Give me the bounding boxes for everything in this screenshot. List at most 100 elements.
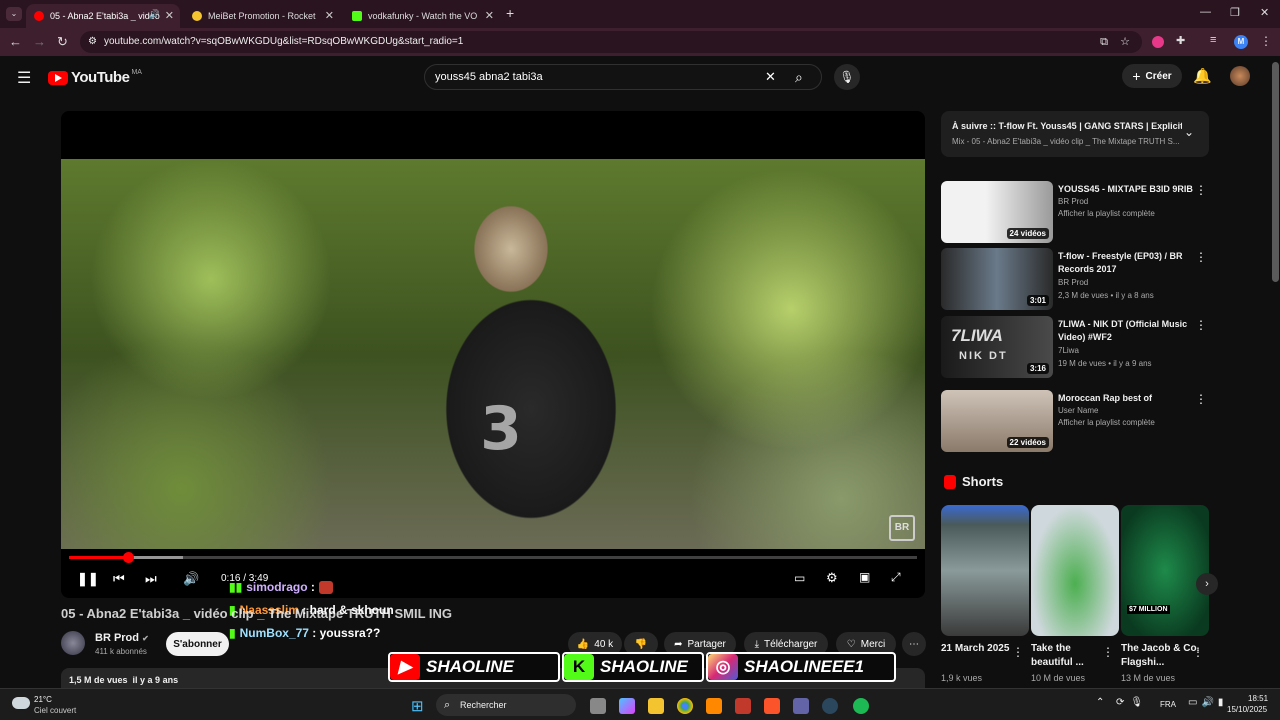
- clock-time[interactable]: 18:51: [1248, 694, 1268, 703]
- file-explorer-icon[interactable]: [648, 698, 664, 714]
- pause-icon[interactable]: ❚❚: [77, 571, 99, 587]
- browser-tab-meibet[interactable]: MeiBet Promotion - Rocket Lau ✕: [184, 4, 340, 28]
- miniplayer-icon[interactable]: ▣: [859, 570, 870, 584]
- browser-tab-youtube[interactable]: 05 - Abna2 E'tabi3a _ vidéo 🔊 ✕: [26, 4, 180, 28]
- page-scrollbar[interactable]: [1272, 62, 1279, 282]
- recommendation-item[interactable]: 22 vidéos Moroccan Rap best of User Name…: [941, 390, 1209, 452]
- more-vertical-icon[interactable]: ⋮: [1195, 392, 1207, 406]
- recommendation-item[interactable]: 7LIWA NIK DT 3:16 7LIWA - NIK DT (Offici…: [941, 316, 1209, 378]
- extensions-puzzle-icon[interactable]: ✚: [1176, 34, 1185, 47]
- download-label: Télécharger: [764, 638, 818, 650]
- address-bar[interactable]: ⚙ youtube.com/watch?v=sqOBwWKGDUg&list=R…: [80, 31, 1142, 53]
- restore-icon[interactable]: ❐: [1230, 6, 1240, 19]
- profile-avatar[interactable]: M: [1234, 35, 1248, 49]
- chrome-icon[interactable]: [677, 698, 693, 714]
- copilot-icon[interactable]: [619, 698, 635, 714]
- tab-search-icon[interactable]: ⌄: [6, 7, 22, 21]
- chevron-down-icon[interactable]: ⌄: [1184, 125, 1194, 139]
- search-input[interactable]: youss45 abna2 tabi3a ✕ ⌕: [424, 64, 822, 90]
- more-actions-button[interactable]: ⋯: [902, 632, 926, 656]
- back-icon[interactable]: ←: [9, 34, 22, 49]
- subtitles-icon[interactable]: ▭: [794, 571, 805, 585]
- youtube-logo[interactable]: YouTube MA: [48, 69, 142, 86]
- more-vertical-icon[interactable]: ⋮: [1195, 250, 1207, 264]
- windows-taskbar: 21°C Ciel couvert ⊞ ⌕ Rechercher ⌃ ⟳🎙 FR…: [0, 688, 1280, 720]
- recommendation-item[interactable]: 3:01 T-flow - Freestyle (EP03) / BR Reco…: [941, 248, 1209, 310]
- progress-bar[interactable]: [69, 552, 917, 563]
- channel-watermark[interactable]: BR: [889, 515, 915, 541]
- spotify-icon[interactable]: [853, 698, 869, 714]
- thumbnail[interactable]: 7LIWA NIK DT 3:16: [941, 316, 1053, 378]
- install-app-icon[interactable]: ⧉: [1100, 31, 1108, 53]
- network-volume-battery-icon[interactable]: ▭🔊▮: [1188, 697, 1227, 708]
- steam-icon[interactable]: [822, 698, 838, 714]
- audio-playing-icon[interactable]: 🔊: [149, 9, 160, 20]
- fullscreen-icon[interactable]: ⤢: [891, 570, 901, 585]
- youtube-favicon-icon: [34, 11, 44, 21]
- rec-meta: Afficher la playlist complète: [1058, 209, 1155, 218]
- extension-icon[interactable]: [1152, 36, 1164, 48]
- video-player[interactable]: 3 BR ❚❚ ⏮ ⏭ 🔊 0:16 / 3:49 ▭ ⚙ ▣ ⤢: [61, 111, 925, 598]
- up-next-panel[interactable]: À suivre :: T-flow Ft. Youss45 | GANG ST…: [941, 111, 1209, 157]
- reading-list-icon[interactable]: ≡: [1210, 34, 1216, 46]
- bookmark-star-icon[interactable]: ☆: [1120, 31, 1130, 53]
- settings-gear-icon[interactable]: ⚙: [826, 570, 838, 586]
- create-button[interactable]: + Créer: [1122, 64, 1182, 88]
- search-icon[interactable]: ⌕: [795, 65, 803, 89]
- tab-close-icon[interactable]: ✕: [325, 9, 334, 22]
- brave-icon[interactable]: [764, 698, 780, 714]
- browser-tab-kick[interactable]: vodkafunky - Watch the VOD o ✕: [344, 4, 500, 28]
- channel-avatar[interactable]: [61, 631, 85, 655]
- account-avatar[interactable]: [1230, 66, 1250, 86]
- recommendation-item[interactable]: 24 vidéos YOUSS45 - MIXTAPE B3ID 9RIB BR…: [941, 181, 1209, 243]
- thumbnail[interactable]: 3:01: [941, 248, 1053, 310]
- teams-icon[interactable]: [793, 698, 809, 714]
- weather-cloud-icon[interactable]: [12, 697, 30, 709]
- taskbar-search[interactable]: ⌕ Rechercher: [436, 694, 576, 716]
- more-vertical-icon[interactable]: ⋮: [1012, 645, 1024, 659]
- short-title: 21 March 2025: [941, 643, 1010, 654]
- previous-icon[interactable]: ⏮: [113, 571, 125, 587]
- reload-icon[interactable]: ↻: [57, 34, 68, 50]
- minimize-icon[interactable]: —: [1200, 6, 1211, 18]
- shorts-next-arrow-icon[interactable]: ›: [1196, 573, 1218, 595]
- scrubber-handle[interactable]: [123, 552, 135, 563]
- weather-temp[interactable]: 21°C: [34, 695, 52, 704]
- thumbnail[interactable]: 22 vidéos: [941, 390, 1053, 452]
- more-vertical-icon[interactable]: ⋮: [1192, 645, 1204, 659]
- short-item[interactable]: [1031, 505, 1119, 636]
- short-item[interactable]: $7 MILLION: [1121, 505, 1209, 636]
- next-icon[interactable]: ⏭: [145, 571, 157, 587]
- kick-badge-icon: ▮: [229, 626, 236, 640]
- hamburger-menu-icon[interactable]: ☰: [17, 68, 31, 88]
- channel-name[interactable]: BR Prod ✔: [95, 632, 149, 644]
- more-vertical-icon[interactable]: ⋮: [1195, 183, 1207, 197]
- tab-close-icon[interactable]: ✕: [485, 9, 494, 22]
- notifications-bell-icon[interactable]: 🔔: [1193, 67, 1212, 85]
- subscribe-button[interactable]: S'abonner: [166, 632, 229, 656]
- more-vertical-icon[interactable]: ⋮: [1102, 645, 1114, 659]
- logo-text: YouTube: [71, 69, 130, 86]
- site-info-icon[interactable]: ⚙: [88, 31, 97, 53]
- video-frame[interactable]: 3 BR: [61, 159, 925, 549]
- vlc-icon[interactable]: [706, 698, 722, 714]
- volume-icon[interactable]: 🔊: [183, 571, 199, 587]
- clear-search-icon[interactable]: ✕: [765, 65, 776, 89]
- voice-search-mic-icon[interactable]: 🎙: [834, 64, 860, 90]
- tab-close-icon[interactable]: ✕: [165, 9, 174, 22]
- forward-icon[interactable]: →: [33, 34, 46, 49]
- app-icon[interactable]: [735, 698, 751, 714]
- tray-chevron-icon[interactable]: ⌃: [1096, 697, 1104, 708]
- window-close-icon[interactable]: ✕: [1260, 6, 1269, 19]
- thumbnail[interactable]: 24 vidéos: [941, 181, 1053, 243]
- short-item[interactable]: [941, 505, 1029, 636]
- browser-menu-icon[interactable]: ⋮: [1260, 34, 1272, 48]
- thumb-overlay-text: NIK DT: [959, 350, 1008, 362]
- start-windows-icon[interactable]: ⊞: [411, 697, 424, 715]
- task-view-icon[interactable]: [590, 698, 606, 714]
- new-tab-button[interactable]: +: [506, 5, 514, 21]
- keyboard-language[interactable]: FRA: [1160, 700, 1176, 709]
- tray-icons[interactable]: ⟳🎙: [1116, 697, 1149, 708]
- up-next-title: À suivre :: T-flow Ft. Youss45 | GANG ST…: [952, 121, 1182, 131]
- more-vertical-icon[interactable]: ⋮: [1195, 318, 1207, 332]
